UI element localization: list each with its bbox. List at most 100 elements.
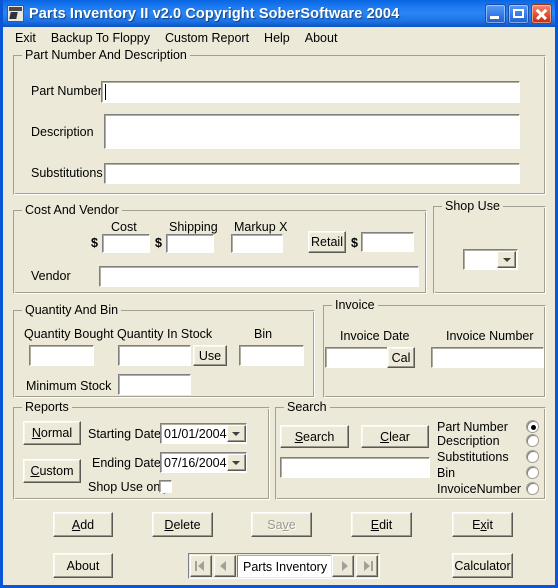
normal-accel: N: [31, 426, 41, 440]
clear-label-rest: lear: [389, 429, 410, 444]
cost-currency-symbol: $: [91, 236, 98, 250]
minimum-stock-label: Minimum Stock: [26, 379, 112, 393]
edit-accel: E: [370, 517, 380, 532]
quantity-group-title: Quantity And Bin: [22, 303, 122, 317]
maximize-button[interactable]: [508, 3, 529, 24]
substitutions-input[interactable]: [104, 163, 520, 184]
window-controls: [485, 3, 552, 24]
exit-label-rest: it: [486, 517, 493, 532]
clear-button[interactable]: Clear: [361, 425, 429, 448]
cost-group-title: Cost And Vendor: [22, 203, 122, 217]
radio-label-substitutions[interactable]: Substitutions: [437, 450, 509, 464]
shop-use-only-label: Shop Use only: [88, 480, 170, 494]
calculator-button[interactable]: Calculator: [452, 553, 513, 578]
radio-bin[interactable]: [526, 466, 539, 479]
quantity-in-stock-input[interactable]: [118, 345, 191, 366]
shop-use-group-title: Shop Use: [442, 199, 503, 213]
menu-bar: Exit Backup To Floppy Custom Report Help…: [3, 27, 555, 48]
delete-button[interactable]: Delete: [152, 512, 213, 537]
retail-button[interactable]: Retail: [308, 231, 346, 253]
delete-label-rest: elete: [173, 517, 201, 532]
minimize-button[interactable]: [485, 3, 506, 24]
record-navigator: Parts Inventory: [188, 553, 380, 579]
edit-button[interactable]: Edit: [351, 512, 412, 537]
last-record-arrow-icon: [364, 561, 370, 571]
quantity-in-stock-label: Quantity In Stock: [117, 327, 213, 341]
navigator-text: Parts Inventory: [237, 555, 331, 577]
menu-item-custom-report[interactable]: Custom Report: [158, 29, 257, 47]
shipping-input[interactable]: [166, 234, 214, 253]
use-button[interactable]: Use: [193, 345, 227, 366]
radio-label-description[interactable]: Description: [437, 434, 500, 448]
substitutions-label: Substitutions: [31, 166, 103, 180]
markup-label: Markup X: [234, 220, 288, 234]
bin-input[interactable]: [239, 345, 304, 366]
ending-date-label: Ending Date:: [92, 456, 165, 470]
exit-button[interactable]: Exit: [452, 512, 513, 537]
radio-invoice-number[interactable]: [526, 482, 539, 495]
previous-record-button[interactable]: [214, 555, 236, 577]
cost-label: Cost: [111, 220, 137, 234]
quantity-bought-input[interactable]: [29, 345, 94, 366]
first-record-button[interactable]: [190, 555, 212, 577]
chevron-down-icon[interactable]: [226, 454, 246, 471]
close-button[interactable]: [531, 3, 552, 24]
starting-date-combo[interactable]: 01/01/2004: [160, 423, 247, 444]
menu-item-exit[interactable]: Exit: [8, 29, 44, 47]
minimum-stock-input[interactable]: [118, 374, 191, 395]
add-accel: A: [71, 517, 81, 532]
last-record-button[interactable]: [356, 555, 378, 577]
chevron-down-icon[interactable]: [497, 251, 516, 268]
part-number-input[interactable]: [101, 81, 520, 103]
radio-label-part-number[interactable]: Part Number: [437, 420, 508, 434]
calendar-button[interactable]: Cal: [387, 347, 415, 368]
menu-item-help[interactable]: Help: [257, 29, 298, 47]
retail-input[interactable]: [361, 232, 414, 252]
title-bar: Parts Inventory II v2.0 Copyright SoberS…: [3, 0, 555, 27]
app-icon: [7, 5, 24, 22]
markup-input[interactable]: [231, 234, 283, 253]
starting-date-value: 01/01/2004: [164, 426, 227, 441]
shop-use-combo[interactable]: [463, 249, 518, 270]
menu-item-backup-to-floppy[interactable]: Backup To Floppy: [44, 29, 158, 47]
invoice-number-label: Invoice Number: [446, 329, 534, 343]
search-input[interactable]: [280, 457, 430, 478]
menu-item-about[interactable]: About: [298, 29, 346, 47]
about-button[interactable]: About: [53, 553, 113, 578]
retail-currency-symbol: $: [351, 236, 358, 250]
search-label-rest: earch: [303, 429, 335, 444]
description-input[interactable]: [104, 114, 520, 149]
normal-label-rest: ormal: [40, 426, 73, 440]
starting-date-label: Starting Date:: [88, 427, 165, 441]
ending-date-combo[interactable]: 07/16/2004: [160, 452, 247, 473]
vendor-label: Vendor: [31, 269, 71, 283]
clear-accel: C: [380, 429, 390, 444]
add-button[interactable]: Add: [53, 512, 113, 537]
invoice-number-input[interactable]: [431, 347, 544, 368]
part-number-label: Part Number: [31, 84, 102, 98]
part-group-title: Part Number And Description: [22, 48, 190, 62]
cost-input[interactable]: [102, 234, 150, 253]
save-label-pre: Sa: [267, 517, 283, 532]
last-record-bar-icon: [371, 561, 373, 571]
radio-substitutions[interactable]: [526, 450, 539, 463]
custom-report-button[interactable]: Custom: [23, 459, 81, 483]
chevron-down-icon[interactable]: [226, 425, 246, 442]
search-accel: S: [294, 429, 304, 444]
shipping-currency-symbol: $: [155, 236, 162, 250]
next-record-button[interactable]: [332, 555, 354, 577]
window-title: Parts Inventory II v2.0 Copyright SoberS…: [29, 5, 400, 22]
vendor-input[interactable]: [99, 266, 419, 287]
save-button: Save: [251, 512, 312, 537]
custom-label-rest: ustom: [39, 464, 74, 478]
invoice-date-label: Invoice Date: [340, 329, 410, 343]
radio-description[interactable]: [526, 434, 539, 447]
first-record-arrow-icon: [198, 561, 204, 571]
shop-use-only-checkbox[interactable]: [159, 480, 172, 493]
radio-part-number[interactable]: [526, 420, 539, 433]
radio-label-bin[interactable]: Bin: [437, 466, 455, 480]
search-button[interactable]: Search: [280, 425, 349, 448]
previous-record-arrow-icon: [220, 561, 226, 571]
radio-label-invoice-number[interactable]: InvoiceNumber: [437, 482, 521, 496]
normal-report-button[interactable]: Normal: [23, 421, 81, 445]
